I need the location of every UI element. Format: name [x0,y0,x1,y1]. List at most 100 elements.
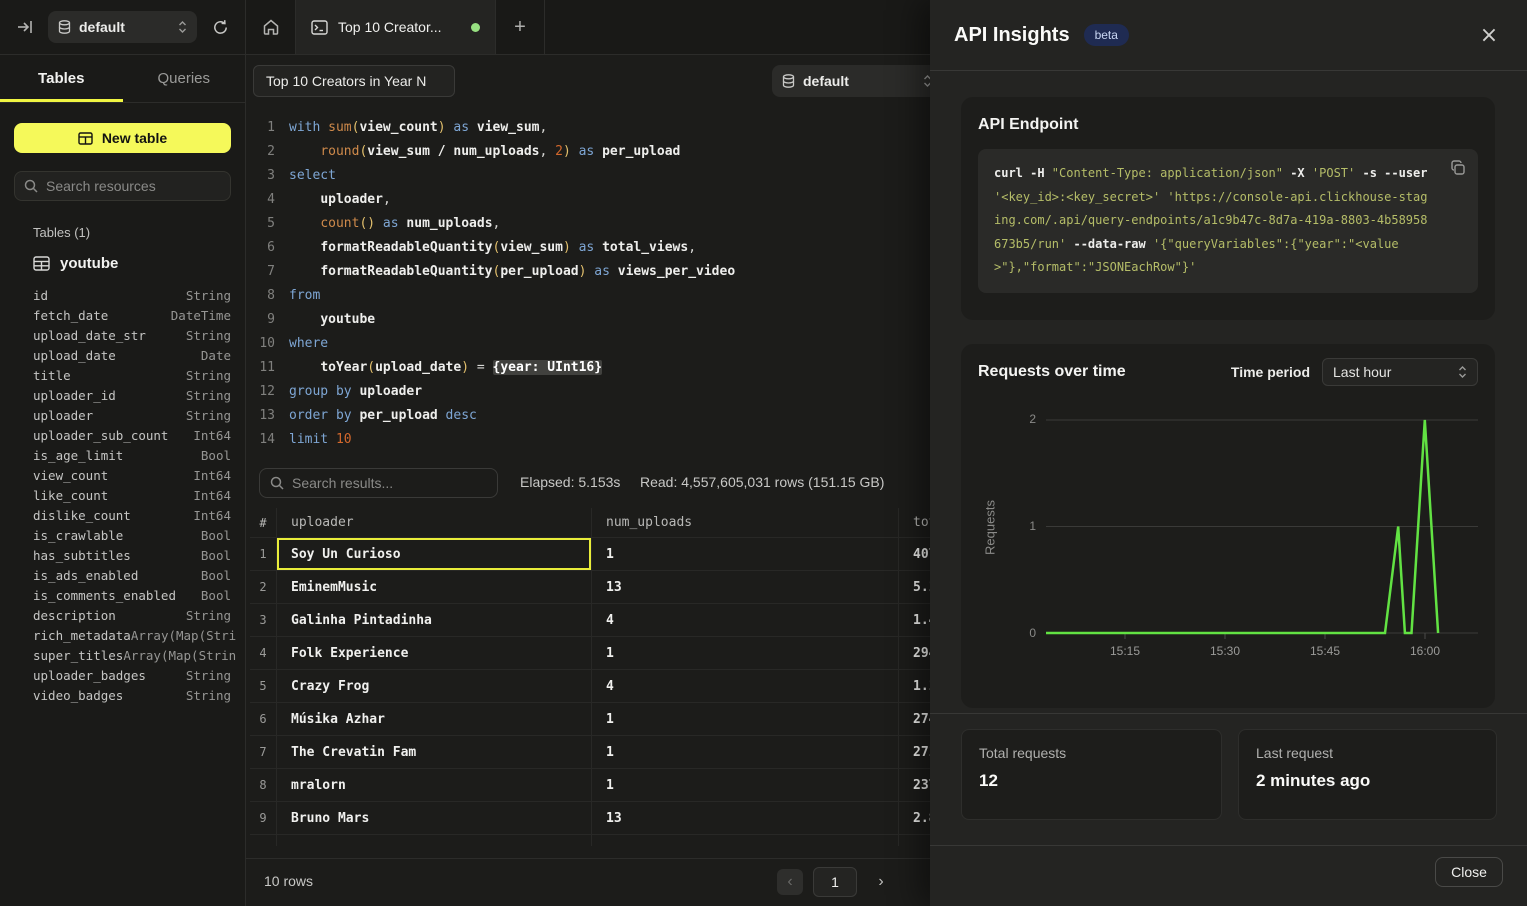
row-number: 3 [250,604,277,636]
new-table-button[interactable]: New table [14,123,231,153]
query-tab[interactable]: Top 10 Creator... [296,0,496,54]
pagination-next-button[interactable]: › [868,869,894,895]
row-count: 10 rows [264,873,313,889]
column-name: fetch_date [33,308,108,323]
selected-cell[interactable]: Soy Un Curioso [277,538,592,570]
cell-num-uploads[interactable]: 4 [592,604,899,636]
query-title-box[interactable]: Top 10 Creators in Year N [253,65,455,97]
cell-num-uploads[interactable]: 1 [592,637,899,669]
sidebar-item-youtube[interactable]: youtube [33,255,231,272]
column-name: is_ads_enabled [33,568,138,583]
cell-num-uploads[interactable]: 13 [592,571,899,603]
cell-num-uploads[interactable]: 4 [592,670,899,702]
column-row: uploader_badges String [33,665,231,685]
panel-header: API Insights beta × [930,0,1527,71]
cell-uploader[interactable]: mralorn [277,769,592,801]
cell-num-uploads[interactable]: 1 [592,736,899,768]
column-name: is_crawlable [33,528,123,543]
results-search [259,468,498,498]
column-name: id [33,288,48,303]
read-stat: Read: 4,557,605,031 rows (151.15 GB) [640,474,884,490]
refresh-icon[interactable] [207,14,233,40]
column-row: view_countInt64 [33,465,231,485]
tables-section-label: Tables (1) [33,225,231,240]
resource-search [14,171,231,201]
column-list: idString fetch_dateDateTime upload_date_… [33,285,231,705]
cell-uploader[interactable]: Crazy Frog [277,670,592,702]
column-row: upload_dateDate [33,345,231,365]
cell-uploader[interactable]: EminemMusic [277,571,592,603]
copy-button[interactable] [1450,160,1466,176]
y-tick: 2 [1016,412,1036,426]
column-row: is_age_limitBool [33,445,231,465]
cell-uploader[interactable]: Folk Experience [277,637,592,669]
header-uploader[interactable]: uploader [277,508,592,537]
cell-num-uploads[interactable]: 1 [592,538,899,570]
column-type: Bool [201,528,231,543]
curl-string: 'POST' [1312,166,1355,180]
column-row: is_crawlable Bool [33,525,231,545]
column-type: String [186,328,231,343]
x-tick: 15:30 [1195,644,1255,658]
column-name: upload_date [33,348,116,363]
column-row: uploader_sub_countInt64 [33,425,231,445]
time-period-select[interactable]: Last hour [1322,358,1478,386]
table-grid-icon [33,256,50,271]
cell-uploader[interactable]: The Crevatin Fam [277,736,592,768]
column-row: is_ads_enabledBool [33,565,231,585]
column-row: uploaderString [33,405,231,425]
tab-tables[interactable]: Tables [0,55,123,102]
column-type: String [186,608,231,623]
tables-list: Tables (1) youtube id String fetch_date Da… [14,225,231,705]
column-type: String [186,688,231,703]
close-panel-button[interactable]: × [1475,21,1503,49]
new-tab-button[interactable]: + [496,0,545,54]
header-row-number: # [250,508,277,537]
sidebar-body: New table Tables (1) youtube id String [0,103,245,705]
copy-icon [1450,160,1466,176]
home-icon [262,18,280,36]
pagination-prev-button[interactable]: ‹ [777,869,803,895]
y-tick: 0 [1016,626,1036,640]
row-number: 4 [250,637,277,669]
cell-uploader[interactable]: Galinha Pintadinha [277,604,592,636]
column-name: is_comments_enabled [33,588,176,603]
cell-uploader[interactable]: Músika Azhar [277,703,592,735]
cell-num-uploads[interactable]: 13 [592,802,899,834]
chart-plot [978,400,1478,670]
api-insights-panel: API Insights beta × API Endpoint curl -H… [930,0,1527,906]
resource-search-input[interactable] [46,178,227,194]
home-button[interactable] [246,0,296,54]
query-parameter: {year: UInt16} [493,360,603,375]
curl-string: "Content-Type: application/json" [1052,166,1283,180]
cell-num-uploads[interactable]: 1 [592,703,899,735]
row-number: 9 [250,802,277,834]
column-name: is_age_limit [33,448,123,463]
results-search-input[interactable] [292,475,487,491]
column-row: dislike_countInt64 [33,505,231,525]
database-selector-value: default [79,19,125,35]
database-selector[interactable]: default [48,11,197,43]
chevron-updown-icon [178,20,187,34]
column-row: fetch_date DateTime [33,305,231,325]
curl-flag: -X [1283,166,1312,180]
close-button[interactable]: Close [1435,857,1503,887]
header-num-uploads[interactable]: num_uploads [592,508,899,537]
column-name: like_count [33,488,108,503]
sidebar-topbar: default [0,0,245,55]
row-number: 7 [250,736,277,768]
column-name: uploader [33,408,93,423]
tab-queries[interactable]: Queries [123,55,246,102]
column-name: view_count [33,468,108,483]
last-request-card: Last request 2 minutes ago [1238,729,1497,820]
pagination-page[interactable]: 1 [813,867,857,897]
column-type: DateTime [171,308,231,323]
total-requests-card: Total requests 12 [961,729,1222,820]
column-name: uploader_badges [33,668,146,683]
editor-database-selector[interactable]: default [772,65,942,97]
column-type: String [186,668,231,683]
api-endpoint-heading: API Endpoint [978,116,1478,134]
cell-uploader[interactable]: Bruno Mars [277,802,592,834]
collapse-sidebar-icon[interactable] [12,14,38,40]
cell-num-uploads[interactable]: 1 [592,769,899,801]
